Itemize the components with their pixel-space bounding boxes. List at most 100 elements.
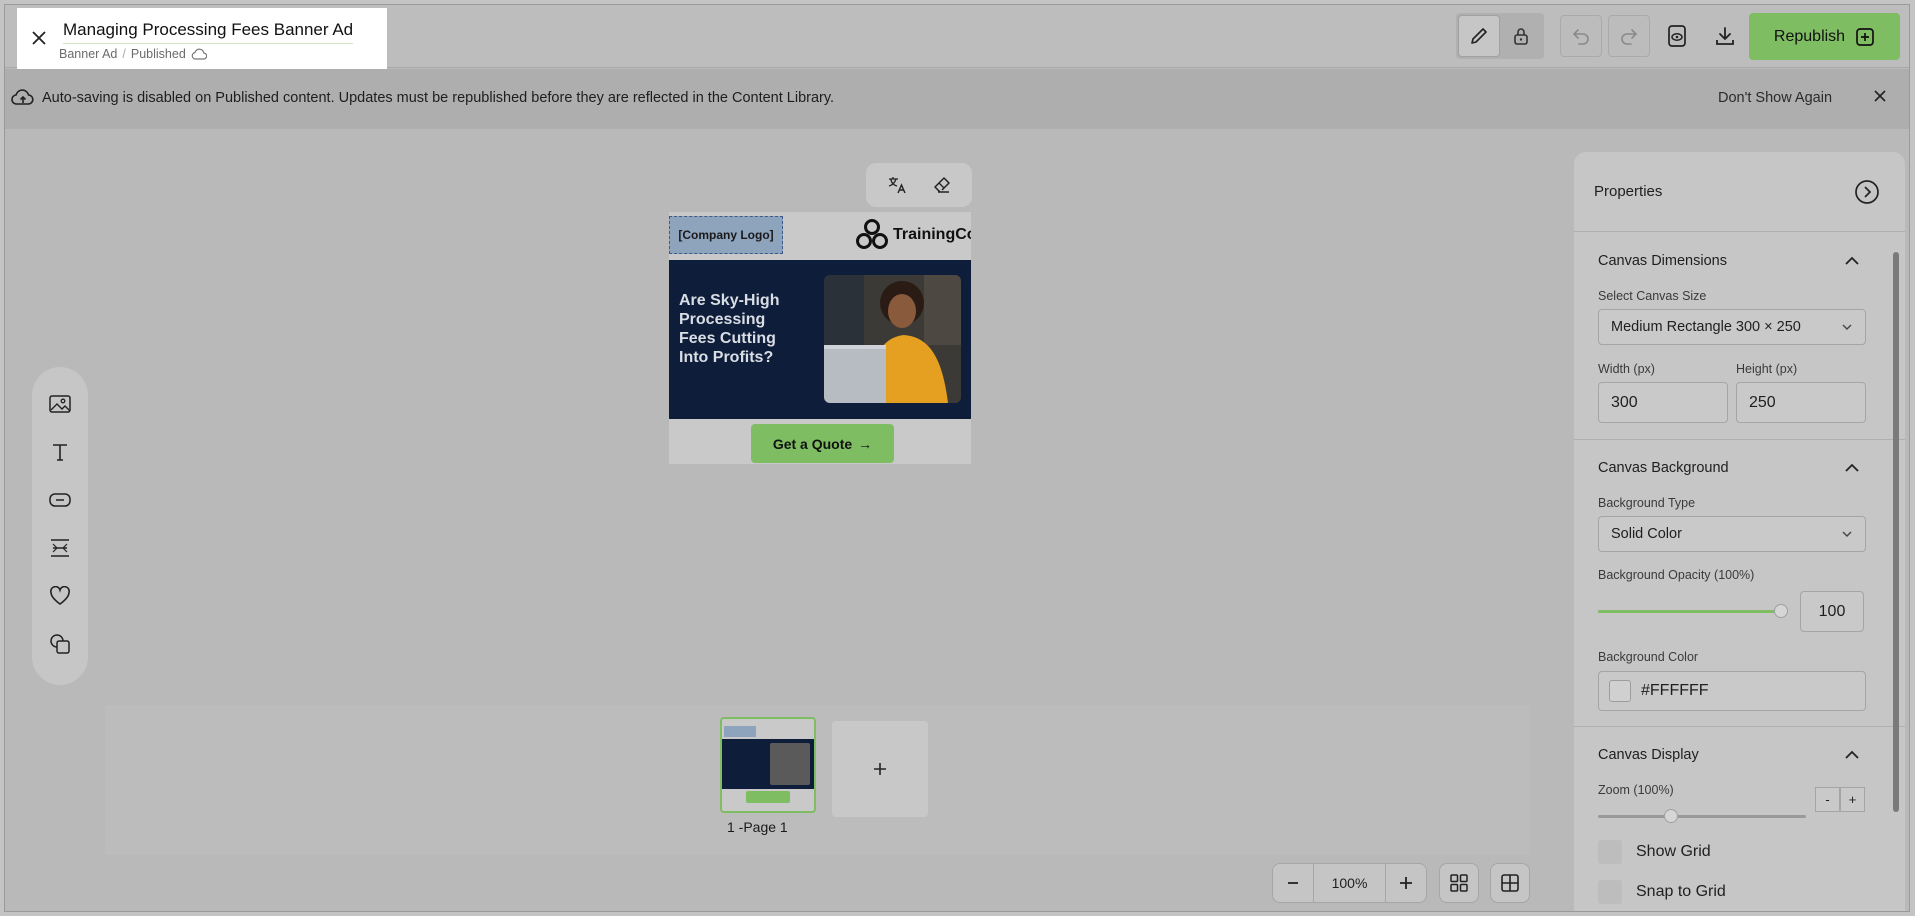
layout-icon	[1501, 874, 1519, 892]
brand-logo[interactable]: TrainingCo	[855, 218, 971, 252]
ad-headline[interactable]: Are Sky-High Processing Fees Cutting Int…	[679, 291, 799, 367]
zoom-label: Zoom (100%)	[1598, 783, 1674, 797]
add-page-button[interactable]	[832, 721, 928, 817]
section-divider	[1574, 439, 1905, 440]
background-color-value: #FFFFFF	[1641, 682, 1709, 699]
text-icon[interactable]	[46, 439, 74, 465]
color-swatch[interactable]	[1609, 680, 1631, 702]
lock-icon[interactable]	[1500, 15, 1542, 57]
canvas-background-title: Canvas Background	[1598, 460, 1729, 476]
chevron-up-icon[interactable]	[1844, 462, 1860, 474]
redo-icon[interactable]	[1608, 15, 1650, 57]
zoom-slider-knob[interactable]	[1664, 809, 1678, 823]
chevron-down-icon	[1842, 324, 1852, 330]
notice-message: Auto-saving is disabled on Published con…	[42, 90, 835, 106]
background-type-label: Background Type	[1598, 496, 1696, 510]
background-type-value: Solid Color	[1611, 526, 1682, 542]
show-grid-checkbox[interactable]: Show Grid	[1598, 840, 1711, 864]
document-type: Banner Ad	[59, 47, 118, 61]
page-label: 1 -Page 1	[727, 819, 788, 835]
layout-toggle-button[interactable]	[1490, 863, 1530, 903]
company-logo-placeholder[interactable]: [Company Logo]	[669, 216, 783, 254]
plus-icon	[1400, 877, 1412, 889]
page-thumbnail[interactable]	[720, 717, 816, 813]
app-window: Managing Processing Fees Banner Ad Banne…	[4, 4, 1910, 912]
section-divider	[1574, 726, 1905, 727]
brand-mark-icon	[856, 219, 888, 249]
translate-icon[interactable]	[882, 170, 912, 200]
plus-icon	[874, 763, 886, 775]
grid-icon	[1450, 874, 1468, 892]
insert-toolbar	[32, 367, 88, 685]
zoom-slider[interactable]	[1598, 809, 1806, 823]
ad-hero: Are Sky-High Processing Fees Cutting Int…	[669, 260, 971, 419]
download-icon[interactable]	[1704, 15, 1746, 57]
heart-icon[interactable]	[46, 583, 74, 609]
zoom-slider-fill	[1598, 815, 1671, 818]
ad-canvas[interactable]: [Company Logo] TrainingCo Are Sky-High P…	[669, 212, 971, 464]
cloud-upload-icon	[11, 89, 34, 105]
cta-label: Get a Quote	[772, 435, 853, 452]
undo-icon[interactable]	[1560, 15, 1602, 57]
hero-photo[interactable]	[824, 275, 961, 403]
panel-title: Properties	[1594, 183, 1663, 200]
spacer-icon[interactable]	[46, 535, 74, 561]
arrow-right-icon: →	[858, 435, 873, 452]
snap-to-grid-label: Snap to Grid	[1636, 883, 1726, 900]
background-type-select[interactable]: Solid Color	[1598, 516, 1866, 552]
thumb-logo	[724, 726, 756, 737]
close-icon[interactable]	[27, 26, 51, 50]
document-title[interactable]: Managing Processing Fees Banner Ad	[63, 20, 354, 44]
minus-icon	[1288, 882, 1298, 884]
document-status: Published	[130, 47, 186, 61]
zoom-control: 100%	[1272, 863, 1427, 903]
background-color-label: Background Color	[1598, 650, 1699, 664]
autosave-notice: Auto-saving is disabled on Published con…	[5, 69, 1909, 129]
panel-zoom-buttons: - +	[1815, 787, 1865, 812]
republish-icon	[1856, 27, 1874, 46]
shapes-icon[interactable]	[46, 631, 74, 657]
output-controls	[1656, 13, 1746, 59]
grid-view-button[interactable]	[1439, 863, 1479, 903]
thumb-photo	[770, 743, 810, 785]
background-color-input[interactable]: #FFFFFF	[1598, 671, 1866, 711]
height-input[interactable]: 250	[1736, 382, 1866, 423]
collapse-panel-icon[interactable]	[1854, 179, 1880, 205]
pencil-icon[interactable]	[1458, 15, 1500, 57]
image-icon[interactable]	[46, 391, 74, 417]
eraser-icon[interactable]	[927, 170, 957, 200]
get-a-quote-button[interactable]: Get a Quote →	[751, 424, 894, 463]
width-input[interactable]: 300	[1598, 382, 1728, 423]
panel-zoom-out-button[interactable]: -	[1815, 787, 1840, 812]
close-icon[interactable]	[1873, 89, 1887, 103]
panel-scrollbar[interactable]	[1893, 252, 1899, 812]
canvas-dimensions-title: Canvas Dimensions	[1598, 253, 1727, 269]
chevron-up-icon[interactable]	[1844, 255, 1860, 267]
snap-to-grid-box[interactable]	[1598, 880, 1622, 904]
dont-show-again-link[interactable]: Don't Show Again	[1718, 90, 1832, 106]
canvas-floating-tools	[866, 163, 972, 207]
panel-zoom-in-button[interactable]: +	[1840, 787, 1865, 812]
thumb-hero	[722, 739, 814, 789]
chevron-up-icon[interactable]	[1844, 749, 1860, 761]
mode-toggle	[1456, 13, 1544, 59]
republish-button[interactable]: Republish	[1749, 13, 1900, 60]
zoom-in-button[interactable]	[1386, 864, 1426, 902]
button-icon[interactable]	[46, 487, 74, 513]
breadcrumb-separator: /	[122, 47, 126, 61]
title-box: Managing Processing Fees Banner Ad Banne…	[17, 8, 387, 71]
history-controls	[1560, 13, 1650, 59]
opacity-input[interactable]: 100	[1800, 591, 1864, 632]
show-grid-box[interactable]	[1598, 840, 1622, 864]
canvas-size-value: Medium Rectangle 300 × 250	[1611, 319, 1801, 335]
canvas-size-label: Select Canvas Size	[1598, 289, 1707, 303]
preview-icon[interactable]	[1656, 15, 1698, 57]
snap-to-grid-checkbox[interactable]: Snap to Grid	[1598, 880, 1726, 904]
page-strip	[105, 705, 1530, 855]
zoom-out-button[interactable]	[1273, 864, 1313, 902]
show-grid-label: Show Grid	[1636, 843, 1711, 860]
opacity-slider-knob[interactable]	[1774, 604, 1788, 618]
opacity-slider[interactable]	[1598, 604, 1788, 618]
panel-header: Properties	[1574, 152, 1905, 232]
canvas-size-select[interactable]: Medium Rectangle 300 × 250	[1598, 309, 1866, 345]
